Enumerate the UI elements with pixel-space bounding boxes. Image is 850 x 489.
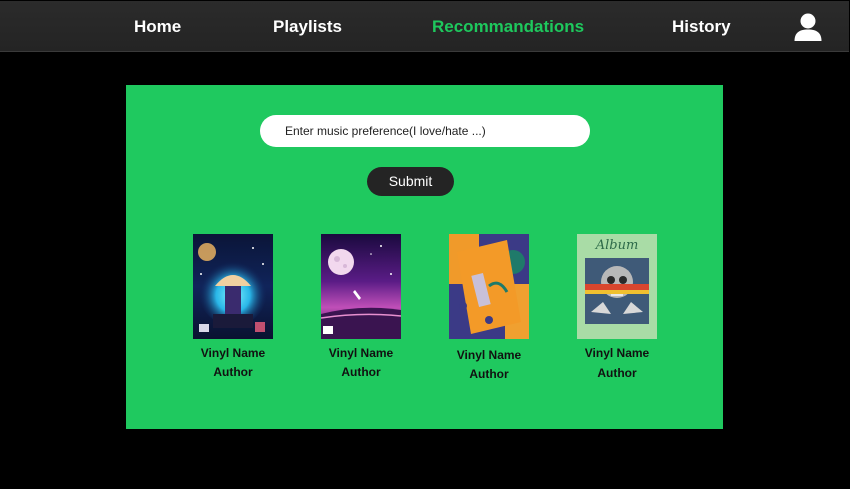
submit-button[interactable]: Submit — [367, 167, 454, 196]
vinyl-author: Author — [597, 366, 637, 380]
recommendations-panel: Enter music preference(I love/hate ...) … — [126, 85, 723, 429]
preference-input[interactable]: Enter music preference(I love/hate ...) — [260, 115, 590, 147]
nav-playlists[interactable]: Playlists — [273, 1, 342, 53]
vinyl-author: Author — [213, 365, 253, 379]
nav-recommandations[interactable]: Recommandations — [432, 1, 584, 53]
album-cover-image — [449, 234, 529, 339]
album-cover-image: Album — [577, 234, 657, 339]
app-page: Home Playlists Recommandations History E… — [0, 0, 850, 489]
album-cover-image — [193, 234, 273, 339]
vinyl-name: Vinyl Name — [584, 346, 650, 360]
top-navbar: Home Playlists Recommandations History — [0, 1, 849, 52]
vinyl-author: Author — [469, 367, 509, 381]
user-icon[interactable] — [793, 13, 823, 41]
nav-history[interactable]: History — [672, 1, 731, 53]
vinyl-card[interactable]: Vinyl Name Author — [183, 234, 283, 382]
nav-home[interactable]: Home — [134, 1, 181, 53]
album-cover-text: Album — [595, 238, 639, 253]
album-cover-image — [321, 234, 401, 339]
vinyl-card[interactable]: Vinyl Name Author — [439, 234, 539, 384]
vinyl-card[interactable]: Album Vinyl Name Author — [567, 234, 667, 383]
vinyl-name: Vinyl Name — [456, 348, 522, 362]
preference-input-placeholder: Enter music preference(I love/hate ...) — [285, 124, 486, 138]
vinyl-name: Vinyl Name — [200, 346, 266, 360]
vinyl-name: Vinyl Name — [328, 346, 394, 360]
vinyl-author: Author — [341, 365, 381, 379]
vinyl-card[interactable]: Vinyl Name Author — [311, 234, 411, 382]
